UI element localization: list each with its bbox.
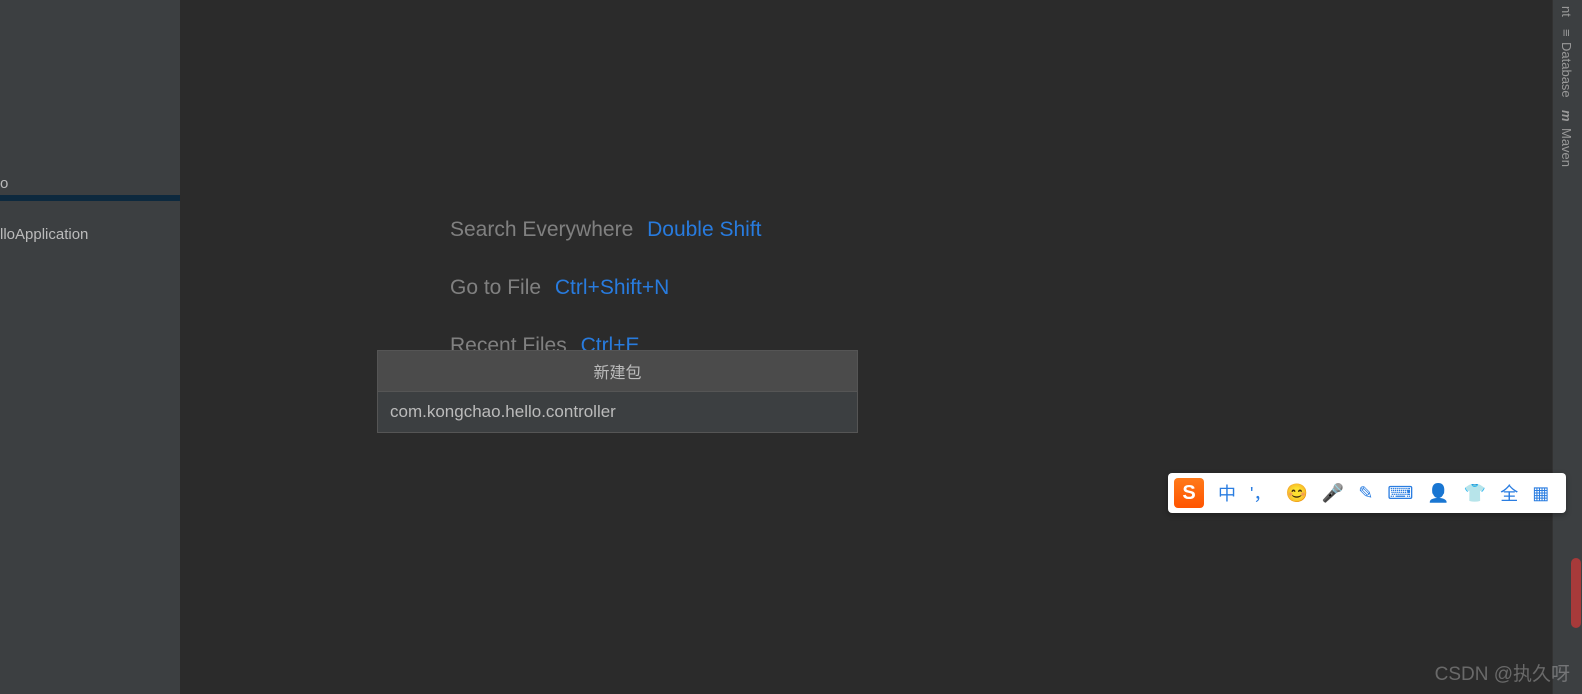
ime-keyboard-icon[interactable]: ⌨ xyxy=(1387,483,1413,504)
ime-toolbar[interactable]: S 中 '， 😊 🎤 ✎ ⌨ 👤 👕 全 ▦ xyxy=(1168,473,1566,513)
sogou-logo-icon[interactable]: S xyxy=(1174,478,1204,508)
ime-skin-icon[interactable]: 👕 xyxy=(1464,483,1486,504)
project-sidebar[interactable]: o lloApplication xyxy=(0,0,180,694)
csdn-watermark: CSDN @执久呀 xyxy=(1435,659,1570,686)
right-tab-maven[interactable]: m Maven xyxy=(1553,104,1580,173)
ime-lang-toggle[interactable]: 中 xyxy=(1218,480,1236,506)
ime-voice-icon[interactable]: 🎤 xyxy=(1322,483,1344,504)
hint-shortcut: Ctrl+Shift+N xyxy=(555,276,669,299)
hint-shortcut: Double Shift xyxy=(647,218,761,241)
hint-label: Go to File xyxy=(450,276,541,299)
hint-label: Search Everywhere xyxy=(450,218,633,241)
new-package-popup: 新建包 xyxy=(377,350,858,433)
editor-area: Search Everywhere Double Shift Go to Fil… xyxy=(180,0,1552,694)
ime-emoji-icon[interactable]: 😊 xyxy=(1285,483,1307,504)
tab-label: nt xyxy=(1559,6,1574,17)
ime-handwrite-icon[interactable]: ✎ xyxy=(1358,483,1373,504)
tree-item[interactable]: lloApplication xyxy=(0,223,180,246)
tab-label: Database xyxy=(1559,42,1574,98)
right-tab-database[interactable]: ≡ Database xyxy=(1553,23,1580,104)
popup-title: 新建包 xyxy=(378,351,857,392)
database-icon: ≡ xyxy=(1559,29,1574,37)
ime-fullhalf-toggle[interactable]: 全 xyxy=(1500,480,1518,506)
package-name-input[interactable] xyxy=(378,392,857,432)
ime-menu-icon[interactable]: ▦ xyxy=(1532,483,1549,504)
ime-punct-toggle[interactable]: '， xyxy=(1250,480,1271,506)
hint-goto-file: Go to File Ctrl+Shift+N xyxy=(450,276,762,300)
tree-item[interactable]: o xyxy=(0,172,180,195)
hint-search-everywhere: Search Everywhere Double Shift xyxy=(450,218,762,242)
scrollbar-thumb[interactable] xyxy=(1571,558,1581,628)
ime-user-icon[interactable]: 👤 xyxy=(1427,483,1449,504)
tab-label: Maven xyxy=(1559,128,1574,167)
maven-icon: m xyxy=(1559,110,1574,122)
right-tab-partial[interactable]: nt xyxy=(1553,0,1580,23)
